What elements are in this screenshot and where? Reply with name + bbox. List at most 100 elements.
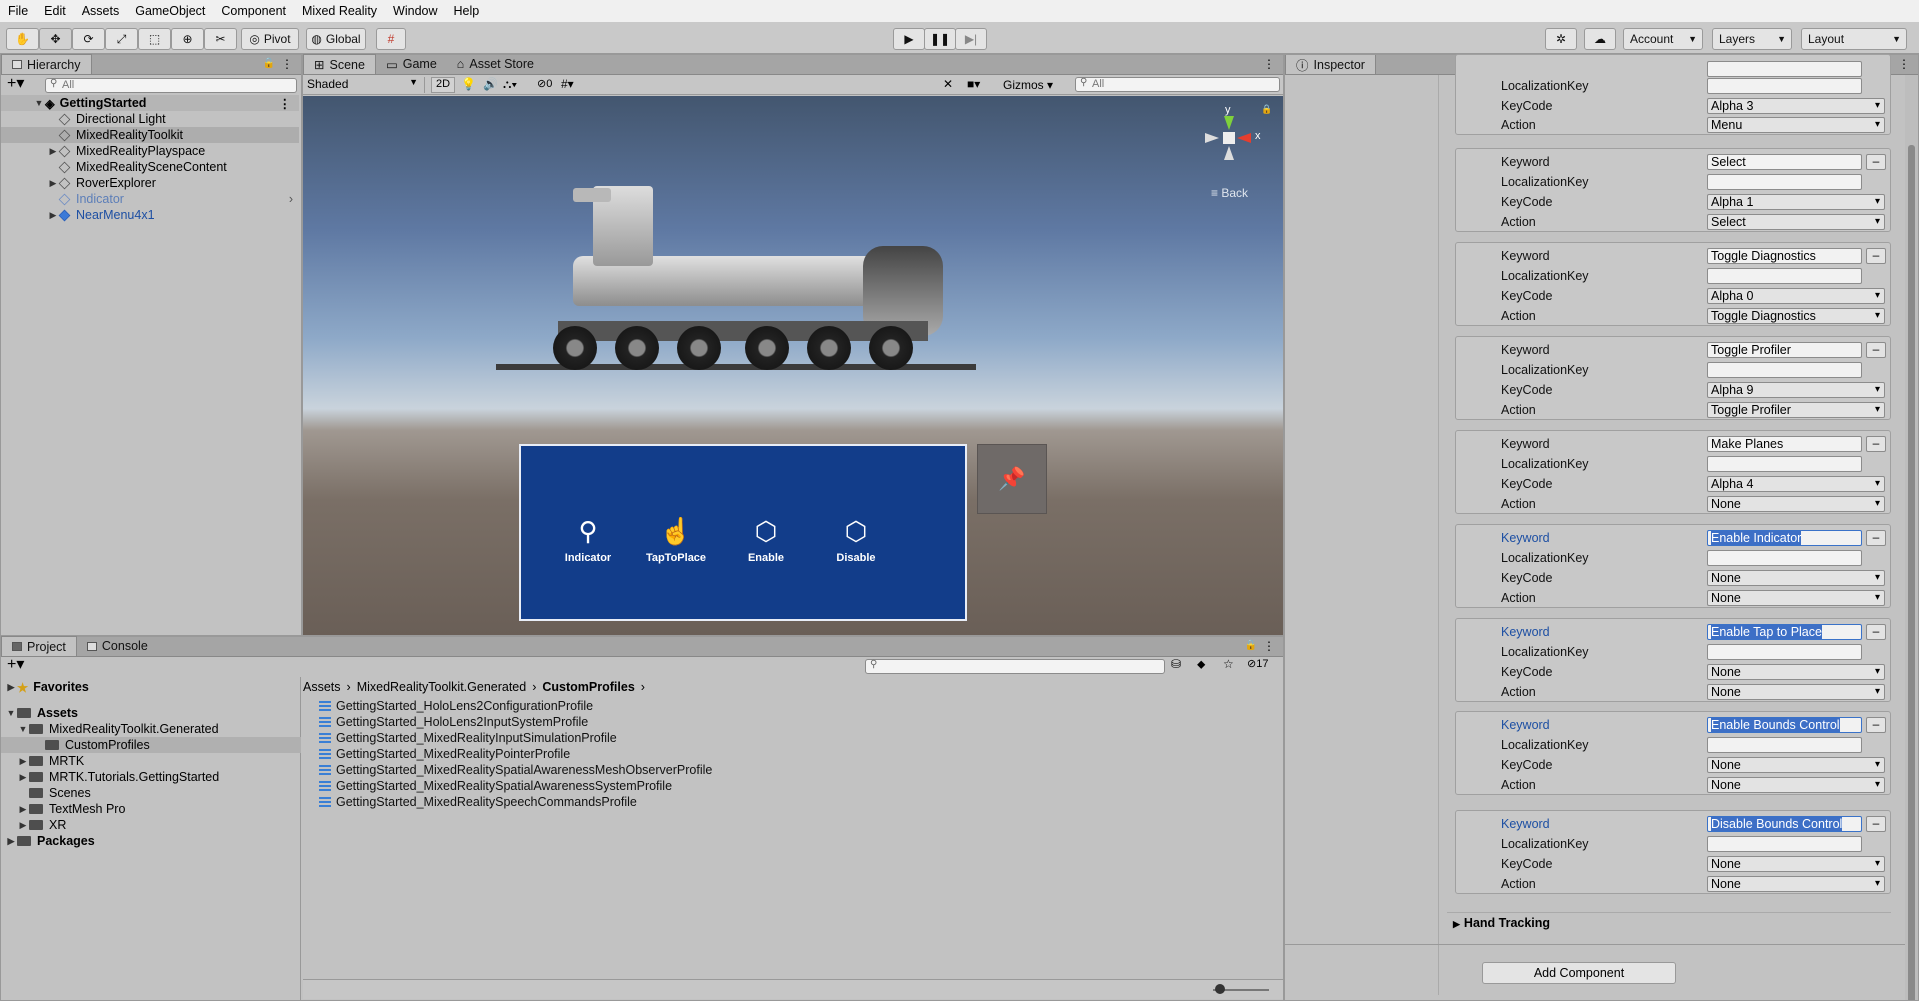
keycode-dropdown[interactable]: Alpha 9 (1707, 382, 1885, 398)
collab-icon[interactable]: ✲ (1545, 28, 1577, 50)
action-dropdown[interactable]: Toggle Profiler (1707, 402, 1885, 418)
inspector-scrollbar[interactable] (1905, 75, 1918, 1000)
menu-button-enable[interactable]: ⬡ Enable (731, 514, 801, 565)
hidden-objects-toggle[interactable]: ⊘0 (537, 77, 552, 90)
menu-assets[interactable]: Assets (82, 4, 120, 18)
transform-tool-icon[interactable]: ⊕ (171, 28, 204, 50)
tab-project[interactable]: Project (1, 636, 77, 656)
asset-file[interactable]: GettingStarted_MixedRealitySpatialAwaren… (319, 778, 672, 794)
favorites-row[interactable]: ▶ ★ Favorites (5, 679, 89, 695)
move-tool-icon[interactable]: ✥ (39, 28, 72, 50)
asset-file[interactable]: GettingStarted_HoloLens2InputSystemProfi… (319, 714, 588, 730)
add-component-button[interactable]: Add Component (1482, 962, 1676, 984)
action-dropdown[interactable]: None (1707, 496, 1885, 512)
hierarchy-item[interactable]: MixedRealitySceneContent (1, 159, 299, 175)
camera-icon[interactable]: ■▾ (967, 77, 980, 91)
play-button[interactable]: ▶ (893, 28, 925, 50)
breadcrumb-item[interactable]: MixedRealityToolkit.Generated (357, 680, 527, 694)
layout-dropdown[interactable]: Layout ▼ (1801, 28, 1907, 50)
keycode-dropdown[interactable]: Alpha 4 (1707, 476, 1885, 492)
effects-icon[interactable]: ⛬▾ (503, 77, 517, 92)
pause-button[interactable]: ❚❚ (924, 28, 956, 50)
layers-dropdown[interactable]: Layers ▼ (1712, 28, 1792, 50)
scene-orientation-gizmo[interactable]: y x 🔒 (1203, 104, 1273, 174)
tab-game[interactable]: ▭ Game (376, 54, 447, 74)
pivot-toggle[interactable]: ◎ Pivot (241, 28, 299, 50)
menu-button-taptoplace[interactable]: ☝ TapToPlace (641, 514, 711, 565)
filter-type-icon[interactable]: ⛁ (1171, 657, 1181, 671)
remove-command-button[interactable]: – (1866, 624, 1886, 640)
pin-icon[interactable]: 📌 (977, 444, 1047, 514)
localization-field[interactable] (1707, 644, 1862, 660)
grid-snap-icon[interactable]: # (376, 28, 406, 50)
scene-row[interactable]: ▼ ◈ GettingStarted ⋮ (1, 95, 299, 111)
lighting-icon[interactable]: 💡 (461, 77, 476, 91)
asset-file[interactable]: GettingStarted_MixedRealitySpeechCommand… (319, 794, 637, 810)
hidden-packages-toggle[interactable]: ⊘17 (1247, 657, 1268, 670)
step-button[interactable]: ▶| (955, 28, 987, 50)
chevron-right-icon[interactable]: › (289, 192, 293, 206)
hierarchy-item-prefab[interactable]: ▶ NearMenu4x1 (1, 207, 299, 223)
keyword-field[interactable]: Select (1707, 154, 1862, 170)
keycode-dropdown[interactable]: Alpha 0 (1707, 288, 1885, 304)
localization-field[interactable] (1707, 78, 1862, 94)
2d-toggle[interactable]: 2D (431, 77, 455, 93)
packages-row[interactable]: ▶ Packages (5, 833, 95, 849)
asset-file[interactable]: GettingStarted_MixedRealitySpatialAwaren… (319, 762, 712, 778)
hand-tool-icon[interactable]: ✋ (6, 28, 39, 50)
keycode-dropdown[interactable]: Alpha 3 (1707, 98, 1885, 114)
remove-command-button[interactable]: – (1866, 530, 1886, 546)
rotate-tool-icon[interactable]: ⟳ (72, 28, 105, 50)
star-icon[interactable]: ☆ (1223, 657, 1234, 671)
assets-row[interactable]: ▼ Assets (5, 705, 78, 721)
keycode-dropdown[interactable]: Alpha 1 (1707, 194, 1885, 210)
localization-field[interactable] (1707, 268, 1862, 284)
remove-command-button[interactable]: – (1866, 717, 1886, 733)
perspective-label[interactable]: ≡ Back (1211, 186, 1248, 200)
localization-field[interactable] (1707, 174, 1862, 190)
localization-field[interactable] (1707, 456, 1862, 472)
tab-hierarchy[interactable]: Hierarchy (1, 54, 92, 74)
shading-dropdown[interactable]: Shaded ▼ (305, 77, 425, 93)
keyword-field[interactable]: Toggle Diagnostics (1707, 248, 1862, 264)
localization-field[interactable] (1707, 362, 1862, 378)
cloud-icon[interactable]: ☁ (1584, 28, 1616, 50)
keycode-dropdown[interactable]: None (1707, 856, 1885, 872)
account-dropdown[interactable]: Account ▼ (1623, 28, 1703, 50)
tab-scene[interactable]: ⊞ Scene (303, 54, 376, 74)
lock-icon[interactable]: 🔒 (1261, 104, 1272, 115)
tab-asset-store[interactable]: ⌂ Asset Store (447, 54, 544, 74)
tree-item[interactable]: ▶ MRTK.Tutorials.GettingStarted (17, 769, 220, 785)
add-icon[interactable]: +▾ (7, 76, 24, 92)
tree-item[interactable]: ▶ MRTK (17, 753, 85, 769)
tab-console[interactable]: Console (77, 636, 158, 656)
custom-tool-icon[interactable]: ✂ (204, 28, 237, 50)
keyword-field[interactable]: Enable Bounds Control (1707, 717, 1862, 733)
hierarchy-item[interactable]: ▶ RoverExplorer (1, 175, 299, 191)
create-icon[interactable]: +▾ (7, 657, 24, 673)
rect-tool-icon[interactable]: ⬚ (138, 28, 171, 50)
tree-item[interactable]: Scenes (29, 785, 91, 801)
tree-item[interactable]: ▼ MixedRealityToolkit.Generated (17, 721, 219, 737)
keyword-field[interactable] (1707, 61, 1862, 77)
kebab-menu-icon[interactable]: ⋮ (1263, 57, 1275, 71)
menu-component[interactable]: Component (221, 4, 286, 18)
action-dropdown[interactable]: None (1707, 777, 1885, 793)
kebab-menu-icon[interactable]: ⋮ (279, 96, 292, 111)
remove-command-button[interactable]: – (1866, 154, 1886, 170)
lock-icon[interactable]: 🔒 (263, 58, 275, 69)
gizmos-dropdown[interactable]: Gizmos ▾ (1003, 78, 1053, 92)
menu-help[interactable]: Help (454, 4, 480, 18)
project-search-input[interactable] (865, 659, 1165, 674)
remove-command-button[interactable]: – (1866, 816, 1886, 832)
menu-window[interactable]: Window (393, 4, 437, 18)
scene-search-input[interactable]: All (1075, 77, 1280, 92)
hierarchy-item-selected[interactable]: MixedRealityToolkit (1, 127, 299, 143)
action-dropdown[interactable]: Toggle Diagnostics (1707, 308, 1885, 324)
zoom-slider-thumb[interactable] (1215, 984, 1225, 994)
keycode-dropdown[interactable]: None (1707, 757, 1885, 773)
action-dropdown[interactable]: Menu (1707, 117, 1885, 133)
menu-edit[interactable]: Edit (44, 4, 66, 18)
keycode-dropdown[interactable]: None (1707, 570, 1885, 586)
kebab-menu-icon[interactable]: ⋮ (281, 57, 293, 71)
